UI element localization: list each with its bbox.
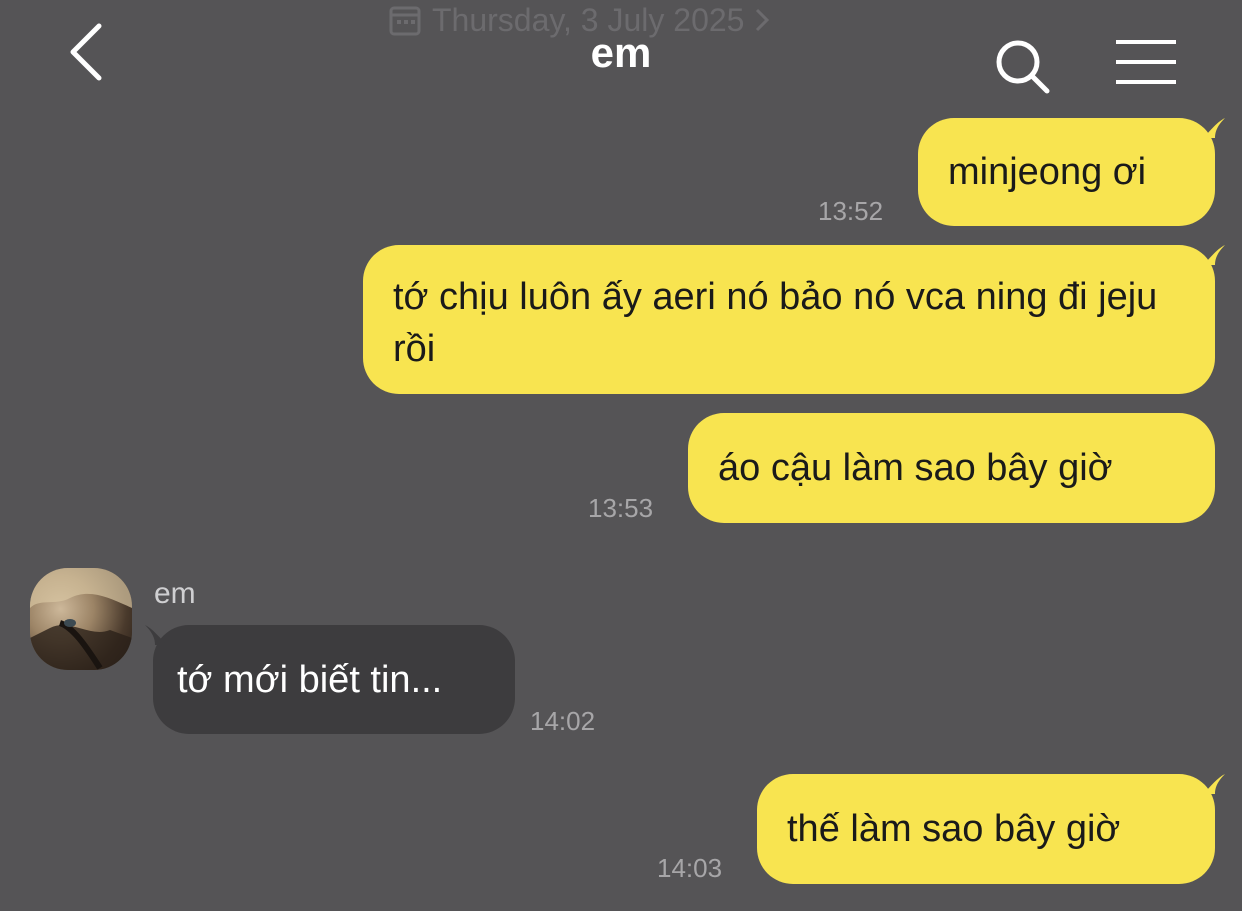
- message-text: thế làm sao bây giờ: [787, 808, 1121, 850]
- calendar-icon: [388, 3, 422, 37]
- sender-name: em: [154, 577, 196, 610]
- bubble-tail: [1203, 245, 1225, 265]
- message-timestamp: 14:02: [530, 706, 596, 736]
- message-timestamp: 13:52: [818, 196, 884, 226]
- date-divider[interactable]: Thursday, 3 July 2025: [388, 0, 770, 40]
- outgoing-message-bubble[interactable]: tớ chịu luôn ấy aeri nó bảo nó vca ning …: [363, 245, 1215, 394]
- message-text: áo cậu làm sao bây giờ: [718, 447, 1113, 489]
- date-label: Thursday, 3 July 2025: [432, 1, 745, 38]
- message-text: tớ mới biết tin...: [177, 658, 443, 701]
- bubble-tail: [1203, 774, 1225, 794]
- hamburger-menu-icon[interactable]: [1114, 38, 1178, 86]
- bubble-tail: [1203, 118, 1225, 138]
- message-timestamp: 13:53: [588, 493, 654, 523]
- avatar[interactable]: [30, 568, 132, 670]
- message-text: tớ chịu luôn ấy aeri nó bảo nó vca ning …: [393, 276, 1158, 370]
- chevron-left-icon[interactable]: [66, 22, 106, 82]
- chat-screen: Thursday, 3 July 2025 em minjeong ơi 13:…: [0, 0, 1242, 911]
- message-timestamp: 14:03: [657, 853, 723, 883]
- outgoing-message-bubble[interactable]: minjeong ơi: [918, 118, 1215, 226]
- chevron-right-icon: [754, 7, 770, 33]
- message-text: minjeong ơi: [948, 151, 1147, 193]
- search-icon[interactable]: [992, 36, 1052, 96]
- incoming-message-bubble[interactable]: tớ mới biết tin...: [153, 625, 515, 734]
- bubble-tail: [145, 625, 167, 645]
- outgoing-message-bubble[interactable]: thế làm sao bây giờ: [757, 774, 1215, 884]
- outgoing-message-bubble[interactable]: áo cậu làm sao bây giờ: [688, 413, 1215, 523]
